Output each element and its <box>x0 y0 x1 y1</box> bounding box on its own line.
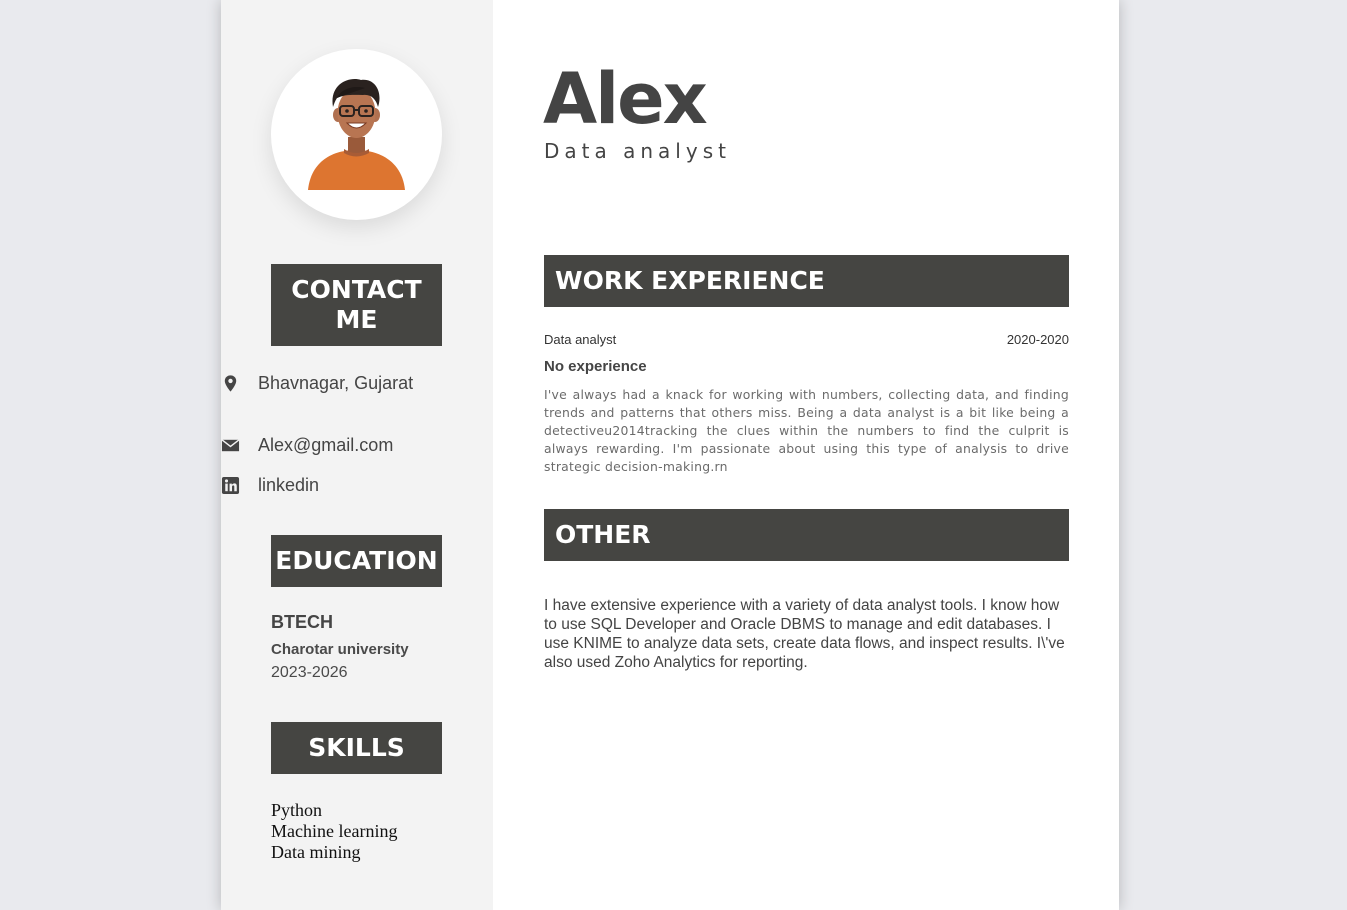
location-pin-icon <box>224 375 237 392</box>
job-dates: 2020-2020 <box>1006 332 1069 347</box>
skills-list: Python Machine learning Data mining <box>271 800 397 863</box>
skill-item: Python <box>271 800 323 820</box>
contact-location-text: Bhavnagar, Gujarat <box>258 373 414 393</box>
sidebar: CONTACT ME Bhavnagar, Gujarat Alex@gmail… <box>221 0 493 910</box>
education-degree: BTECH <box>271 612 333 632</box>
profile-name: Alex <box>543 58 708 140</box>
profile-role: Data analyst <box>544 139 731 163</box>
job-company: No experience <box>544 358 647 375</box>
avatar <box>271 49 442 220</box>
resume-page: CONTACT ME Bhavnagar, Gujarat Alex@gmail… <box>221 0 1119 910</box>
contact-email-text[interactable]: Alex@gmail.com <box>258 434 418 456</box>
job-description: I've always had a knack for working with… <box>544 387 1069 474</box>
skills-heading: SKILLS <box>271 722 442 774</box>
education-school: Charotar university <box>271 641 409 658</box>
education-heading: EDUCATION <box>271 535 442 587</box>
contact-heading: CONTACT ME <box>271 264 442 346</box>
other-heading: OTHER <box>544 509 1069 561</box>
work-experience-heading: WORK EXPERIENCE <box>544 255 1069 307</box>
linkedin-icon <box>221 476 240 495</box>
contact-linkedin-text[interactable]: linkedin <box>258 474 418 496</box>
person-avatar-illustration-icon <box>308 79 405 190</box>
skill-item: Data mining <box>271 842 361 862</box>
education-years: 2023-2026 <box>271 664 348 681</box>
other-text: I have extensive experience with a varie… <box>544 597 1065 671</box>
job-title: Data analyst <box>544 332 617 347</box>
envelope-icon <box>221 439 240 452</box>
skill-item: Machine learning <box>271 821 398 841</box>
